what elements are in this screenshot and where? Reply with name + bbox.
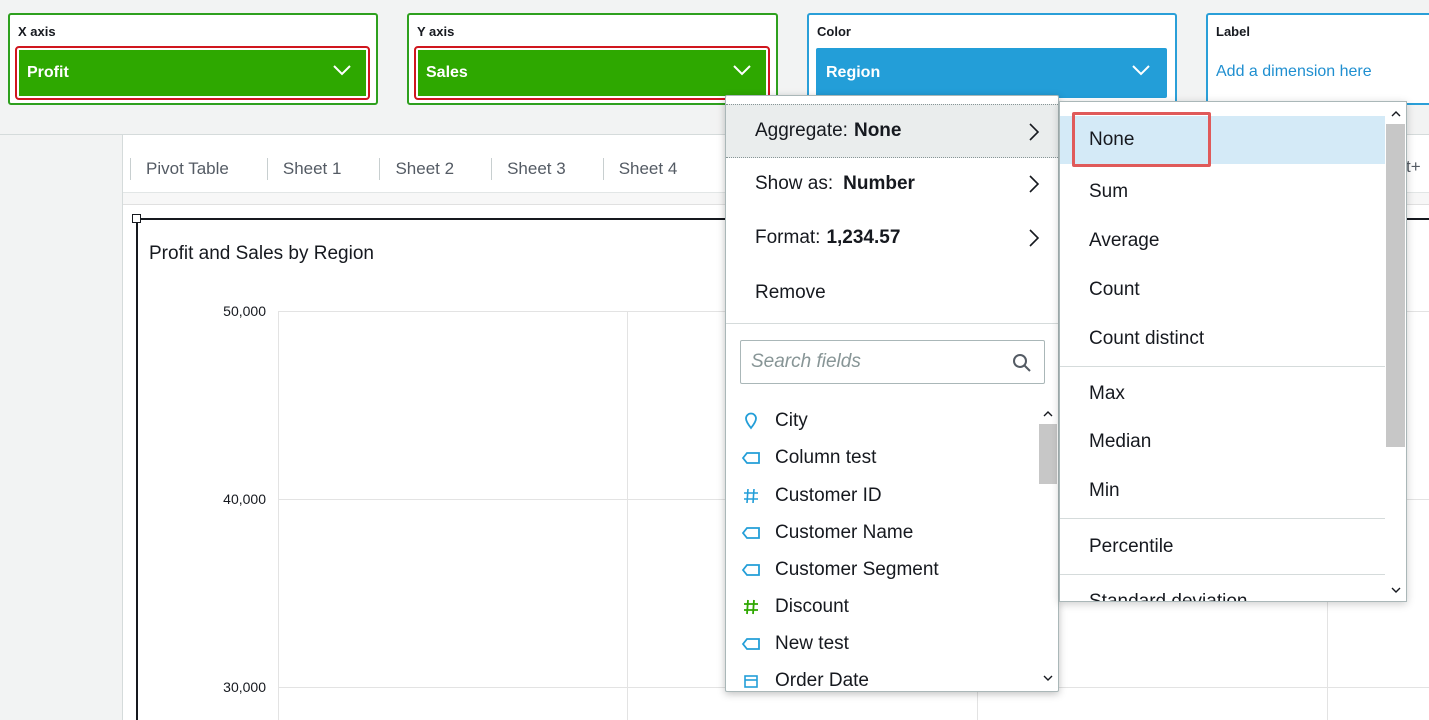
- submenu-divider: [1060, 366, 1386, 367]
- chevron-down-icon[interactable]: [1131, 63, 1151, 77]
- search-icon[interactable]: [1012, 353, 1032, 373]
- submenu-divider: [1060, 574, 1386, 575]
- tab-sheet-4[interactable]: Sheet 4: [604, 157, 678, 181]
- y-axis-well: Y axis Sales: [407, 13, 778, 105]
- field-list-item[interactable]: New test: [740, 629, 849, 659]
- x-axis-field-pill[interactable]: Profit: [15, 46, 370, 100]
- aggregate-option-sum[interactable]: Sum: [1060, 168, 1386, 216]
- color-field-pill[interactable]: Region: [816, 48, 1167, 98]
- x-axis-well-title: X axis: [18, 24, 56, 39]
- submenu-divider: [1060, 518, 1386, 519]
- tag-icon: [740, 522, 762, 544]
- search-fields-box: [740, 340, 1045, 384]
- scroll-up-icon[interactable]: [1038, 404, 1058, 422]
- aggregate-option-average[interactable]: Average: [1060, 217, 1386, 265]
- scrollbar-thumb[interactable]: [1386, 124, 1405, 447]
- selection-highlight-box: [1072, 112, 1211, 167]
- tab-sheet-3[interactable]: Sheet 3: [492, 157, 566, 181]
- aggregate-option-count[interactable]: Count: [1060, 266, 1386, 314]
- tag-icon: [740, 559, 762, 581]
- label-well-title: Label: [1216, 24, 1250, 39]
- field-name: Order Date: [775, 670, 869, 688]
- aggregate-option-median[interactable]: Median: [1060, 418, 1386, 466]
- scroll-down-icon[interactable]: [1038, 669, 1058, 687]
- y-tick-label: 50,000: [223, 303, 266, 319]
- hash-icon: [740, 596, 762, 618]
- search-fields-input[interactable]: [751, 349, 1001, 375]
- y-axis-field-pill[interactable]: Sales: [414, 46, 770, 100]
- tag-icon: [740, 447, 762, 469]
- field-name: New test: [775, 633, 849, 654]
- field-context-menu: Aggregate: None Show as: Number Format: 1,2…: [725, 95, 1059, 692]
- aggregate-option-percentile[interactable]: Percentile: [1060, 523, 1386, 571]
- menu-divider: [726, 323, 1058, 324]
- aggregate-option-min[interactable]: Min: [1060, 467, 1386, 515]
- tag-icon: [740, 633, 762, 655]
- color-well-title: Color: [817, 24, 851, 39]
- color-well: Color Region: [807, 13, 1177, 105]
- field-name: Column test: [775, 447, 877, 468]
- chevron-down-icon[interactable]: [732, 63, 752, 77]
- remove-menu-item[interactable]: Remove: [726, 266, 1058, 320]
- chevron-right-icon: [1029, 229, 1040, 247]
- add-dimension-link[interactable]: Add a dimension here: [1216, 63, 1372, 81]
- gridline: [278, 311, 279, 720]
- resize-handle[interactable]: [132, 214, 141, 223]
- aggregate-option-max[interactable]: Max: [1060, 370, 1386, 418]
- aggregate-label: Aggregate:: [755, 120, 848, 141]
- aggregate-submenu: None Sum Average Count Count distinct Ma…: [1059, 101, 1407, 602]
- show-as-value: Number: [843, 173, 915, 194]
- field-name: Customer Name: [775, 522, 914, 543]
- gridline: [627, 311, 628, 720]
- aggregate-menu-item[interactable]: Aggregate: None: [726, 104, 1058, 158]
- field-list-item[interactable]: Order Date: [740, 666, 869, 688]
- aggregate-option-standard-deviation[interactable]: Standard deviation: [1060, 578, 1386, 601]
- show-as-menu-item[interactable]: Show as: Number: [726, 157, 1058, 211]
- field-list-item[interactable]: Customer ID: [740, 481, 882, 511]
- field-list-item[interactable]: Discount: [740, 592, 849, 622]
- tab-pivot-table[interactable]: Pivot Table: [131, 157, 229, 181]
- scrollbar-thumb[interactable]: [1039, 424, 1057, 484]
- y-tick-label: 30,000: [223, 679, 266, 695]
- field-list: City Column test Customer ID Customer Na…: [726, 406, 1038, 688]
- chevron-right-icon: [1029, 175, 1040, 193]
- field-name: Discount: [775, 596, 849, 617]
- x-axis-field-label: Profit: [27, 64, 69, 81]
- aggregate-option-count-distinct[interactable]: Count distinct: [1060, 315, 1386, 363]
- x-axis-well: X axis Profit: [8, 13, 378, 105]
- visual-title: Profit and Sales by Region: [149, 243, 374, 264]
- submenu-scrollbar[interactable]: [1385, 102, 1406, 601]
- field-name: Customer Segment: [775, 559, 939, 580]
- chevron-right-icon: [1029, 123, 1040, 141]
- tab-sheet-1[interactable]: Sheet 1: [268, 157, 342, 181]
- chevron-down-icon[interactable]: [332, 63, 352, 77]
- format-label: Format:: [755, 227, 821, 248]
- y-axis-field-label: Sales: [426, 64, 468, 81]
- scroll-down-icon[interactable]: [1385, 581, 1406, 599]
- scroll-up-icon[interactable]: [1385, 104, 1406, 122]
- calendar-icon: [740, 670, 762, 688]
- aggregate-value: None: [853, 120, 902, 141]
- format-value: 1,234.57: [826, 227, 901, 248]
- hash-icon: [740, 485, 762, 507]
- field-list-scrollbar[interactable]: [1038, 404, 1058, 689]
- tab-overflow-text[interactable]: t+: [1406, 157, 1421, 177]
- color-field-label: Region: [826, 64, 881, 81]
- field-list-item[interactable]: City: [740, 406, 808, 436]
- field-list-item[interactable]: Customer Name: [740, 518, 913, 548]
- field-name: Customer ID: [775, 485, 882, 506]
- tab-sheet-2[interactable]: Sheet 2: [380, 157, 454, 181]
- label-well: Label Add a dimension here: [1206, 13, 1429, 105]
- show-as-label: Show as:: [755, 173, 834, 194]
- y-axis-well-title: Y axis: [417, 24, 455, 39]
- field-list-item[interactable]: Column test: [740, 443, 876, 473]
- field-list-item[interactable]: Customer Segment: [740, 555, 939, 585]
- format-menu-item[interactable]: Format: 1,234.57: [726, 211, 1058, 265]
- map-pin-icon: [740, 410, 762, 432]
- field-name: City: [775, 410, 808, 431]
- y-tick-label: 40,000: [223, 491, 266, 507]
